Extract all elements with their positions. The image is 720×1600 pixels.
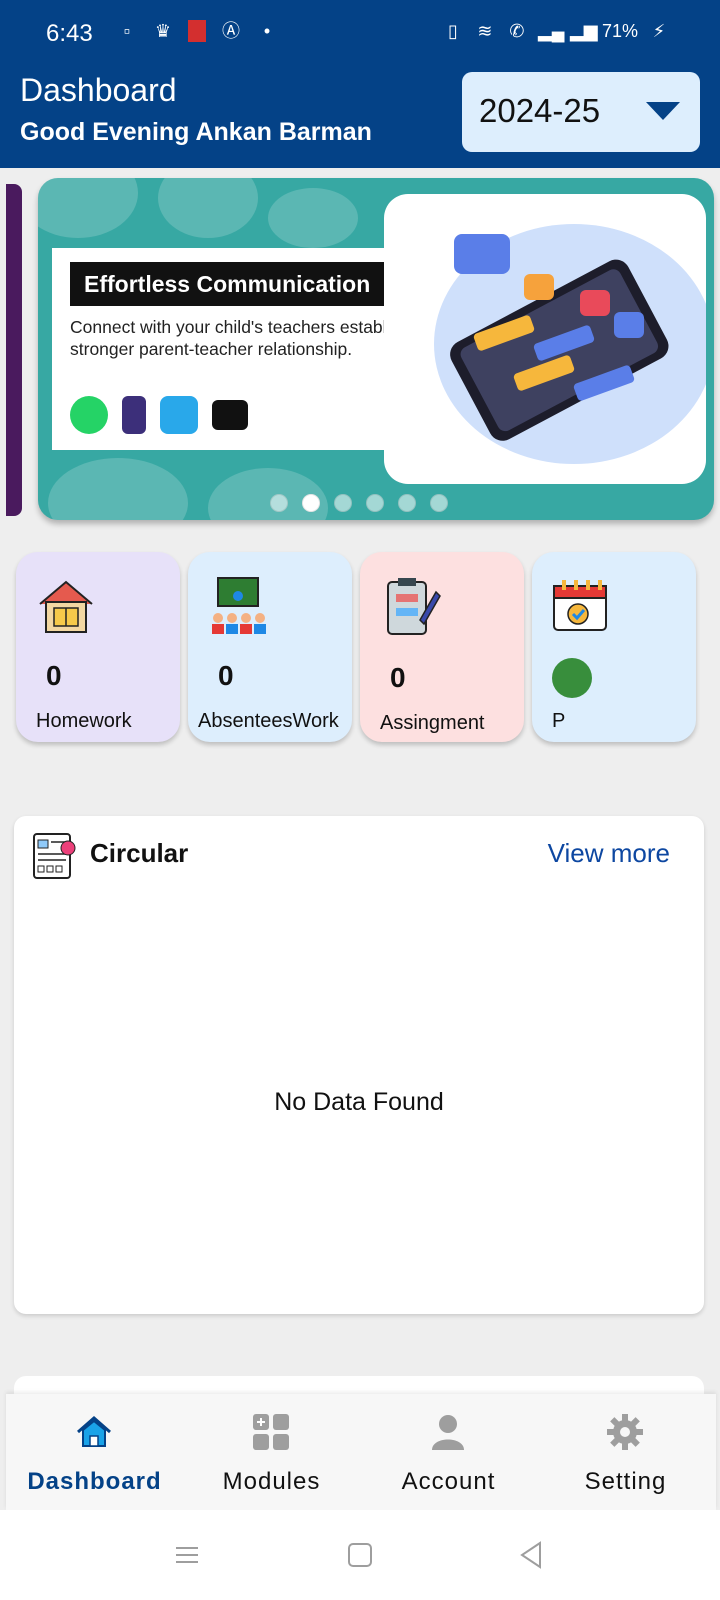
nav-setting[interactable]: Setting	[537, 1394, 714, 1510]
banner-slide[interactable]: Effortless Communication Connect with yo…	[38, 178, 714, 520]
absentees-work-count: 0	[218, 660, 234, 691]
tile-homework[interactable]: 0 Homework	[16, 552, 180, 742]
circular-card: Circular View more No Data Found	[14, 816, 704, 1314]
academic-year-dropdown[interactable]: 2024-25	[462, 72, 700, 152]
nav-account-label: Account	[401, 1468, 496, 1495]
tile-assignment[interactable]: 0 Assingment	[360, 552, 524, 742]
back-icon[interactable]	[516, 1540, 546, 1570]
decor-bubble	[158, 178, 258, 238]
circular-icon	[33, 833, 76, 879]
nav-dashboard[interactable]: Dashboard	[6, 1394, 183, 1510]
signal-icon: ▂▄	[537, 21, 565, 41]
nav-account[interactable]: Account	[360, 1394, 537, 1510]
carousel-dot[interactable]	[398, 494, 416, 512]
chat-icon	[212, 400, 248, 430]
calendar-check-icon	[553, 580, 607, 631]
status-time: 6:43	[46, 20, 93, 47]
summary-tiles: 0 Homework 0 AbsenteesWork 0 Assingment	[16, 552, 704, 742]
attendance-label: P	[552, 710, 566, 732]
a-icon: Ⓐ	[222, 21, 240, 41]
phone-icon	[122, 396, 146, 434]
notification-icon: ▫	[123, 21, 131, 41]
whatsapp-icon	[70, 396, 108, 434]
status-left-icons: ▫ ♛ Ⓐ •	[116, 20, 278, 42]
assignment-label: Assingment	[380, 712, 485, 734]
tile-attendance[interactable]: P	[532, 552, 696, 742]
wifi-call-icon: ✆	[509, 21, 525, 41]
app-header: 6:43 ▫ ♛ Ⓐ • ▯ ≋ ✆ ▂▄ ▂▆ 71% ⚡ Dashboard…	[0, 0, 720, 168]
decor-bubble	[38, 178, 138, 238]
account-icon	[432, 1415, 464, 1450]
greeting-text: Good Evening Ankan Barman	[20, 118, 372, 146]
dot-icon: •	[263, 21, 271, 41]
empty-state-text: No Data Found	[274, 1088, 444, 1116]
carousel-dot[interactable]	[366, 494, 384, 512]
homework-house-icon	[39, 580, 93, 633]
home-button-icon[interactable]	[345, 1540, 375, 1570]
modules-icon	[253, 1414, 289, 1450]
homework-count: 0	[46, 660, 62, 691]
vibrate-icon: ▯	[448, 21, 458, 41]
wifi-icon: ≋	[477, 21, 493, 41]
nav-setting-label: Setting	[584, 1468, 667, 1495]
phone-illustration	[384, 194, 714, 484]
nav-dashboard-label: Dashboard	[27, 1468, 162, 1495]
status-right-icons: ▯ ≋ ✆ ▂▄ ▂▆ 71% ⚡	[442, 20, 670, 42]
red-app-icon	[188, 20, 206, 42]
flashlight-icon: ♛	[154, 21, 172, 41]
assignment-count: 0	[390, 662, 406, 693]
page-title: Dashboard	[20, 72, 177, 108]
carousel-dot-active[interactable]	[302, 494, 320, 512]
gear-icon	[607, 1414, 643, 1450]
attendance-status-dot	[552, 658, 592, 698]
carousel-indicators[interactable]	[270, 494, 448, 512]
view-more-link[interactable]: View more	[548, 838, 670, 869]
battery-charging-icon: ⚡	[652, 21, 666, 41]
decor-bubble	[48, 458, 188, 520]
carousel-dot[interactable]	[430, 494, 448, 512]
nav-modules[interactable]: Modules	[183, 1394, 360, 1510]
mail-icon	[160, 396, 198, 434]
circular-title: Circular	[90, 838, 189, 868]
clipboard-icon	[387, 578, 441, 635]
decor-bubble	[268, 188, 358, 248]
tile-absentees-work[interactable]: 0 AbsenteesWork	[188, 552, 352, 742]
battery-level: 71%	[601, 20, 638, 41]
homework-label: Homework	[36, 710, 132, 732]
academic-year-value: 2024-25	[479, 92, 601, 129]
absentees-work-label: AbsenteesWork	[198, 710, 339, 732]
previous-slide-peek[interactable]	[6, 184, 22, 516]
home-icon	[77, 1416, 111, 1447]
banner-app-icons	[70, 396, 248, 434]
carousel-dot[interactable]	[270, 494, 288, 512]
status-bar: 6:43 ▫ ♛ Ⓐ • ▯ ≋ ✆ ▂▄ ▂▆ 71% ⚡	[0, 0, 720, 64]
carousel-dot[interactable]	[334, 494, 352, 512]
nav-modules-label: Modules	[222, 1468, 321, 1495]
classroom-icon	[212, 577, 266, 634]
system-navigation-bar	[0, 1510, 720, 1600]
recents-icon[interactable]	[172, 1540, 202, 1570]
bottom-navigation: Dashboard Modules Account Setting	[6, 1394, 716, 1510]
roaming-signal-icon: ▂▆	[569, 21, 598, 41]
chevron-down-icon	[646, 102, 680, 120]
